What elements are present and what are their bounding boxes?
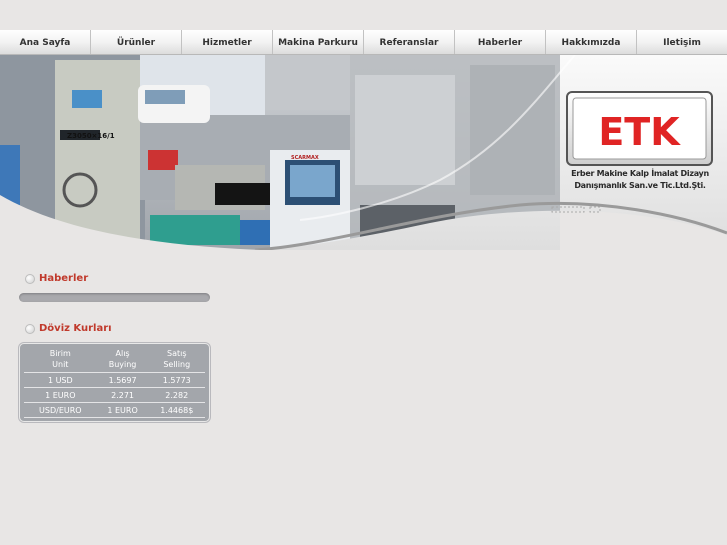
header-buying: Alış Buying (108, 349, 137, 369)
currency-title: Döviz Kurları (39, 323, 112, 334)
table-row: 1 USD 1.5697 1.5773 (24, 372, 205, 388)
nav-item-ana-sayfa[interactable]: Ana Sayfa (0, 30, 91, 54)
cell-selling: 1.5773 (148, 372, 205, 388)
news-bar (19, 293, 210, 302)
main-nav: Ana Sayfa Ürünler Hizmetler Makina Parku… (0, 30, 727, 55)
cell-buying: 1.5697 (96, 372, 149, 388)
cell-buying: 1 EURO (96, 402, 149, 418)
company-line-2: Danışmanlık San.ve Tic.Ltd.Şti. (574, 181, 706, 190)
header-unit: Birim Unit (49, 349, 71, 369)
table-row: USD/EURO 1 EURO 1.4468$ (24, 402, 205, 418)
company-name: Erber Makine Kalp İmalat Dizayn Danışman… (560, 168, 720, 192)
currency-table-box: Birim Unit Alış Buying Satış Selling 1 USD … (19, 343, 210, 422)
news-title: Haberler (39, 273, 89, 284)
nav-item-hakkimizda[interactable]: Hakkımızda (546, 30, 637, 54)
nav-item-referanslar[interactable]: Referanslar (364, 30, 455, 54)
nav-item-urunler[interactable]: Ürünler (91, 30, 182, 54)
cell-buying: 2.271 (96, 387, 149, 403)
currency-table: Birim Unit Alış Buying Satış Selling 1 USD … (24, 347, 205, 418)
cell-unit: 1 USD (24, 372, 97, 388)
cell-selling: 1.4468$ (148, 402, 205, 418)
bullet-icon (25, 273, 35, 284)
nav-item-hizmetler[interactable]: Hizmetler (182, 30, 273, 54)
nav-item-makina-parkuru[interactable]: Makina Parkuru (273, 30, 364, 54)
table-row: 1 EURO 2.271 2.282 (24, 387, 205, 403)
currency-header-row: Birim Unit Alış Buying Satış Selling (24, 347, 205, 373)
header-selling: Satış Selling (163, 349, 191, 369)
cell-unit: 1 EURO (24, 387, 97, 403)
cell-unit: USD/EURO (24, 402, 97, 418)
currency-section-title: Döviz Kurları (25, 323, 112, 334)
header-banner: Z3050×16/1 SCARMAX ETK (0, 55, 727, 250)
cell-selling: 2.282 (148, 387, 205, 403)
company-line-1: Erber Makine Kalp İmalat Dizayn (571, 169, 709, 178)
machine-label: Z3050×16/1 (67, 132, 115, 140)
bullet-icon (25, 323, 35, 334)
etk-logo: ETK (566, 91, 713, 166)
nav-item-iletisim[interactable]: Iletişim (637, 30, 727, 54)
news-section-title: Haberler (25, 273, 88, 284)
logo-text: ETK (598, 110, 681, 154)
panel-brand: SCARMAX (291, 155, 319, 161)
nav-item-haberler[interactable]: Haberler (455, 30, 546, 54)
